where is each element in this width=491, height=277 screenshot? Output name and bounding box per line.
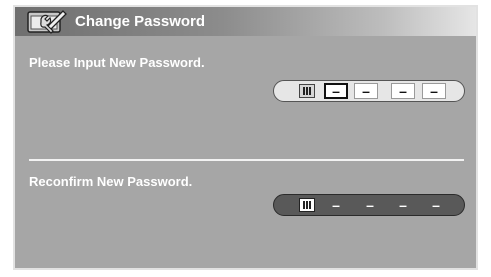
new-password-digit-4[interactable]: –: [422, 83, 446, 99]
reconfirm-password-digit-2[interactable]: –: [358, 197, 382, 213]
new-password-field[interactable]: – – – –: [273, 80, 465, 102]
dialog-title: Change Password: [75, 13, 206, 30]
reconfirm-password-digit-4[interactable]: –: [424, 197, 448, 213]
new-password-prompt: Please Input New Password.: [29, 55, 205, 70]
change-password-dialog: Change Password Please Input New Passwor…: [13, 5, 478, 270]
reconfirm-password-digit-3[interactable]: –: [391, 197, 415, 213]
keypad-icon: [299, 198, 315, 212]
new-password-digit-1[interactable]: –: [324, 83, 348, 99]
tools-window-icon: [27, 10, 67, 34]
reconfirm-password-digit-1[interactable]: –: [324, 197, 348, 213]
keypad-icon: [299, 84, 315, 98]
reconfirm-password-prompt: Reconfirm New Password.: [29, 174, 193, 189]
dialog-header: Change Password: [15, 7, 476, 36]
section-divider: [29, 159, 464, 161]
screen: Change Password Please Input New Passwor…: [0, 0, 491, 277]
reconfirm-password-field[interactable]: – – – –: [273, 194, 465, 216]
new-password-digit-3[interactable]: –: [391, 83, 415, 99]
new-password-digit-2[interactable]: –: [354, 83, 378, 99]
